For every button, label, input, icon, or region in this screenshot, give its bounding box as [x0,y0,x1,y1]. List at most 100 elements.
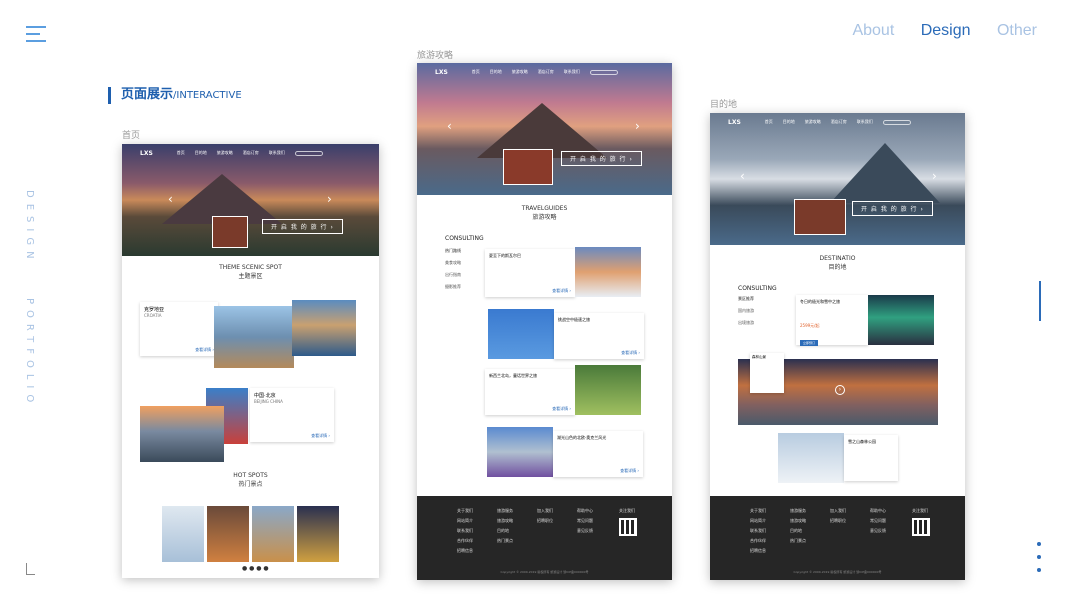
menu-icon[interactable] [26,26,48,42]
footer-link[interactable]: 旅游攻略 [497,516,513,526]
search-input[interactable] [589,69,618,75]
footer-link[interactable]: 招聘信息 [457,546,473,556]
dest-card[interactable]: 雪之山森林公园 [844,435,898,481]
vertical-portfolio: PORTFOLIO [24,297,35,408]
side-menu-item[interactable]: 国内旅游 [738,305,754,317]
more-link[interactable]: 查看详情 › [311,433,330,438]
hot-photo-fire[interactable] [207,506,249,562]
prev-arrow-icon[interactable]: ‹ [168,192,173,206]
next-arrow-icon[interactable]: › [932,169,937,183]
cta-button[interactable]: 开 启 我 的 旅 行 › [852,201,933,216]
guide-card[interactable]: 挑战空中极速之旅 查看详情 › [554,313,644,359]
travel-side-menu: 热门路线 美食攻略 出行指南 摄影推荐 [445,245,461,293]
nav-item[interactable]: 联系我们 [269,150,285,156]
home-navbar: LXS 首页 目的地 旅游攻略 酒店订房 联系我们 [122,144,379,162]
hot-photo-night[interactable] [297,506,339,562]
footer-link[interactable]: 招聘信息 [750,546,766,556]
side-menu-item[interactable]: 摄影推荐 [445,281,461,293]
nav-item[interactable]: 联系我们 [564,69,580,75]
prev-arrow-icon[interactable]: ‹ [447,119,452,133]
dest-card[interactable]: 冬日的极光和雪中之旅 2599元/起 立即预订 [796,295,868,346]
nav-item[interactable]: 目的地 [783,119,795,125]
footer-link[interactable]: 旅游攻略 [790,516,806,526]
next-arrow-icon[interactable]: › [327,192,332,206]
side-menu-item[interactable]: 美食攻略 [445,257,461,269]
more-link[interactable]: 查看详情 › [195,347,214,352]
hero-thumbnail[interactable] [794,199,846,235]
nav-item[interactable]: 联系我们 [857,119,873,125]
footer-link[interactable]: 意见反馈 [870,526,886,536]
dots-icon[interactable] [1037,542,1041,581]
hot-photo-boat[interactable] [252,506,294,562]
hot-photo-snow[interactable] [162,506,204,562]
travel-heading: TRAVELGUIDES 旅游攻略 [417,205,672,221]
nav-item[interactable]: 目的地 [490,69,502,75]
footer-link[interactable]: 联系我们 [457,526,473,536]
dest-card-title: 雪之山森林公园 [848,439,876,444]
nav-item[interactable]: 首页 [177,150,185,156]
search-input[interactable] [294,150,323,156]
nav-item[interactable]: 旅游攻略 [805,119,821,125]
cta-button[interactable]: 开 启 我 的 旅 行 › [561,151,642,166]
footer-link[interactable]: 网站简介 [750,516,766,526]
search-input[interactable] [882,119,911,125]
photo-man-sitting [214,306,294,368]
logo[interactable]: LXS [435,69,448,76]
side-menu-item[interactable]: 出境旅游 [738,317,754,329]
footer-link[interactable]: 合作伙伴 [750,536,766,546]
nav-item[interactable]: 首页 [765,119,773,125]
footer-link[interactable]: 热门景点 [497,536,513,546]
home-page-mockup: LXS 首页 目的地 旅游攻略 酒店订房 联系我们 ‹ › 开 启 我 的 旅 … [122,144,379,578]
prev-arrow-icon[interactable]: ‹ [740,169,745,183]
dest-overlay-card[interactable]: 森林山景 [750,353,784,393]
footer-link[interactable]: 常见问题 [870,516,886,526]
cta-button[interactable]: 开 启 我 的 旅 行 › [262,219,343,234]
guide-card[interactable]: 湖光山色的北欧·奥克兰风光 查看详情 › [553,431,643,477]
more-link[interactable]: 查看详情 › [552,406,571,411]
more-link[interactable]: 查看详情 › [620,468,639,473]
footer-link[interactable]: 招聘职位 [830,516,846,526]
footer-link[interactable]: 招聘职位 [537,516,553,526]
logo[interactable]: LXS [728,119,741,126]
guide-card[interactable]: 夏至下的斯瓦尔巴 查看详情 › [485,249,575,297]
footer-link[interactable]: 意见反馈 [577,526,593,536]
hero-thumbnail[interactable] [212,216,248,248]
footer-link[interactable]: 目的地 [497,526,513,536]
more-link[interactable]: 查看详情 › [621,350,640,355]
footer-col: 帮助中心 常见问题 意见反馈 [870,506,886,536]
mountain-shape [830,143,940,203]
footer-link[interactable]: 目的地 [790,526,806,536]
card-title: 中国·北京 [254,393,276,399]
card-beijing[interactable]: 中国·北京 BEIJING CHINA 查看详情 › [250,388,334,442]
travel-footer: 关于我们 网站简介 联系我们 合作伙伴 招聘信息 旅游服务 旅游攻略 目的地 热… [417,496,672,580]
card-croatia[interactable]: 克罗地亚 CROATIA 查看详情 › [140,302,218,356]
nav-item[interactable]: 旅游攻略 [512,69,528,75]
pager-dots[interactable]: ● ● ● ● [242,566,269,572]
footer-link[interactable]: 常见问题 [577,516,593,526]
footer-link[interactable]: 网站简介 [457,516,473,526]
nav-item[interactable]: 酒店订房 [243,150,259,156]
nav-design[interactable]: Design [921,22,971,39]
nav-item[interactable]: 旅游攻略 [217,150,233,156]
guide-card[interactable]: 新西兰北岛，童话世界之旅 查看详情 › [485,369,575,415]
guide-title: 夏至下的斯瓦尔巴 [489,253,521,258]
next-circle-icon[interactable]: › [835,385,845,395]
nav-item[interactable]: 目的地 [195,150,207,156]
nav-about[interactable]: About [852,22,894,39]
destination-navbar: LXS 首页 目的地 旅游攻略 酒店订房 联系我们 [710,113,965,131]
side-menu-item[interactable]: 出行指南 [445,269,461,281]
hero-thumbnail[interactable] [503,149,553,185]
logo[interactable]: LXS [140,150,153,157]
nav-item[interactable]: 酒店订房 [538,69,554,75]
more-link[interactable]: 查看详情 › [552,288,571,293]
footer-link[interactable]: 热门景点 [790,536,806,546]
nav-item[interactable]: 首页 [472,69,480,75]
next-arrow-icon[interactable]: › [635,119,640,133]
footer-link[interactable]: 联系我们 [750,526,766,536]
side-menu-item[interactable]: 热门路线 [445,245,461,257]
book-button[interactable]: 立即预订 [800,340,819,346]
side-menu-item[interactable]: 景区推荐 [738,293,754,305]
nav-other[interactable]: Other [997,22,1037,39]
footer-link[interactable]: 合作伙伴 [457,536,473,546]
nav-item[interactable]: 酒店订房 [831,119,847,125]
